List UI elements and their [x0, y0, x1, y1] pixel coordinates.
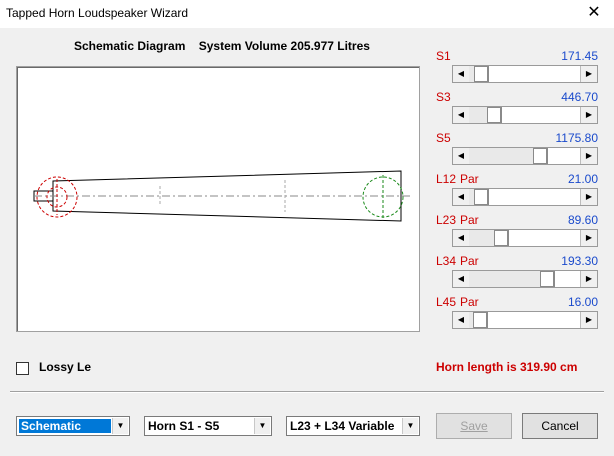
param-label: L45: [436, 295, 457, 309]
param-suffix: Par: [460, 213, 479, 227]
chevron-left-icon[interactable]: ◀: [453, 107, 470, 123]
param-value: 193.30: [561, 254, 598, 268]
param-label: S5: [436, 131, 451, 145]
slider-thumb[interactable]: [487, 107, 501, 123]
cancel-button-label: Cancel: [541, 419, 579, 433]
horn-length-text: Horn length is 319.90 cm: [436, 360, 578, 374]
title-bar: Tapped Horn Loudspeaker Wizard ✕: [0, 0, 614, 28]
chevron-right-icon[interactable]: ▶: [580, 148, 597, 164]
range-select-value: Horn S1 - S5: [148, 419, 220, 433]
param-value: 171.45: [561, 49, 598, 63]
slider-page-area[interactable]: [508, 230, 581, 246]
param-slider[interactable]: ◀ ▶: [452, 229, 598, 247]
chevron-down-icon[interactable]: ▼: [254, 418, 270, 434]
param-row-l34: L34 Par 193.30 ◀ ▶: [436, 254, 598, 288]
slider-track[interactable]: [469, 230, 581, 246]
window-title: Tapped Horn Loudspeaker Wizard: [6, 6, 189, 20]
slider-thumb[interactable]: [494, 230, 508, 246]
slider-page-area[interactable]: [501, 107, 581, 123]
slider-page-area[interactable]: [488, 66, 581, 82]
param-suffix: Par: [460, 172, 479, 186]
param-value: 16.00: [567, 295, 598, 309]
chevron-left-icon[interactable]: ◀: [453, 66, 470, 82]
chevron-right-icon[interactable]: ▶: [580, 66, 597, 82]
param-label: S3: [436, 90, 451, 104]
chevron-left-icon[interactable]: ◀: [453, 271, 470, 287]
slider-track[interactable]: [469, 312, 581, 328]
chevron-right-icon[interactable]: ▶: [580, 107, 597, 123]
slider-track[interactable]: [469, 148, 581, 164]
slider-track[interactable]: [469, 66, 581, 82]
chevron-down-icon[interactable]: ▼: [112, 418, 128, 434]
chevron-left-icon[interactable]: ◀: [453, 189, 470, 205]
cancel-button[interactable]: Cancel: [522, 413, 598, 439]
save-button-label: Save: [460, 419, 488, 433]
param-row-s1: S1 171.45 ◀ ▶: [436, 49, 598, 83]
lossy-le-label: Lossy Le: [39, 360, 92, 374]
close-icon[interactable]: ✕: [574, 0, 614, 28]
slider-page-area[interactable]: [547, 148, 581, 164]
chevron-right-icon[interactable]: ▶: [580, 189, 597, 205]
param-slider[interactable]: ◀ ▶: [452, 65, 598, 83]
param-slider[interactable]: ◀ ▶: [452, 311, 598, 329]
param-label: L23: [436, 213, 457, 227]
lossy-le-checkbox[interactable]: [16, 362, 29, 375]
save-button[interactable]: Save: [436, 413, 512, 439]
divider: [10, 391, 604, 393]
param-value: 21.00: [567, 172, 598, 186]
param-slider[interactable]: ◀ ▶: [452, 147, 598, 165]
slider-thumb[interactable]: [540, 271, 554, 287]
slider-page-area[interactable]: [554, 271, 581, 287]
param-slider[interactable]: ◀ ▶: [452, 106, 598, 124]
slider-track[interactable]: [469, 107, 581, 123]
mode-select[interactable]: L23 + L34 Variable ▼: [286, 416, 420, 436]
slider-thumb[interactable]: [474, 66, 488, 82]
chevron-right-icon[interactable]: ▶: [580, 312, 597, 328]
chevron-right-icon[interactable]: ▶: [580, 230, 597, 246]
param-row-l45: L45 Par 16.00 ◀ ▶: [436, 295, 598, 329]
param-slider[interactable]: ◀ ▶: [452, 188, 598, 206]
slider-thumb[interactable]: [473, 312, 487, 328]
slider-page-area[interactable]: [488, 189, 581, 205]
param-value: 446.70: [561, 90, 598, 104]
schematic-canvas: [16, 66, 420, 332]
slider-thumb[interactable]: [474, 189, 488, 205]
param-value: 89.60: [567, 213, 598, 227]
param-row-l12: L12 Par 21.00 ◀ ▶: [436, 172, 598, 206]
param-suffix: Par: [460, 295, 479, 309]
param-value: 1175.80: [555, 131, 599, 145]
slider-track[interactable]: [469, 189, 581, 205]
param-suffix: Par: [460, 254, 479, 268]
chevron-left-icon[interactable]: ◀: [453, 148, 470, 164]
param-row-s5: S5 1175.80 ◀ ▶: [436, 131, 599, 165]
view-select[interactable]: Schematic ▼: [16, 416, 130, 436]
chevron-right-icon[interactable]: ▶: [580, 271, 597, 287]
system-volume: System Volume 205.977 Litres: [198, 39, 370, 53]
slider-page-area[interactable]: [487, 312, 581, 328]
view-select-value: Schematic: [19, 419, 111, 433]
schematic-heading: Schematic Diagram: [74, 39, 186, 53]
slider-track[interactable]: [469, 271, 581, 287]
param-row-l23: L23 Par 89.60 ◀ ▶: [436, 213, 598, 247]
chevron-left-icon[interactable]: ◀: [453, 312, 470, 328]
param-slider[interactable]: ◀ ▶: [452, 270, 598, 288]
slider-thumb[interactable]: [533, 148, 547, 164]
schematic-drawing: [33, 170, 413, 222]
range-select[interactable]: Horn S1 - S5 ▼: [144, 416, 272, 436]
chevron-left-icon[interactable]: ◀: [453, 230, 470, 246]
param-row-s3: S3 446.70 ◀ ▶: [436, 90, 598, 124]
mode-select-value: L23 + L34 Variable: [290, 419, 395, 433]
param-label: L34: [436, 254, 457, 268]
schematic-header: Schematic Diagram System Volume 205.977 …: [74, 39, 380, 53]
param-label: S1: [436, 49, 451, 63]
chevron-down-icon[interactable]: ▼: [402, 418, 418, 434]
param-label: L12: [436, 172, 457, 186]
